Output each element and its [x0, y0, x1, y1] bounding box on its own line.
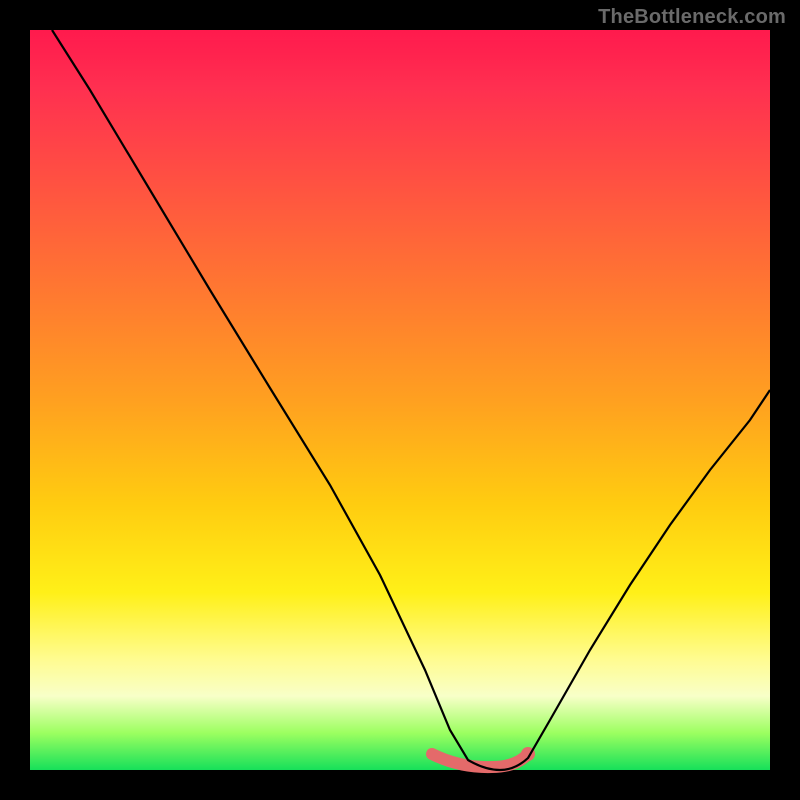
chart-frame: TheBottleneck.com — [0, 0, 800, 800]
bottleneck-curve — [52, 30, 770, 770]
curve-svg — [30, 30, 770, 770]
watermark-text: TheBottleneck.com — [598, 6, 786, 29]
plot-area — [30, 30, 770, 770]
